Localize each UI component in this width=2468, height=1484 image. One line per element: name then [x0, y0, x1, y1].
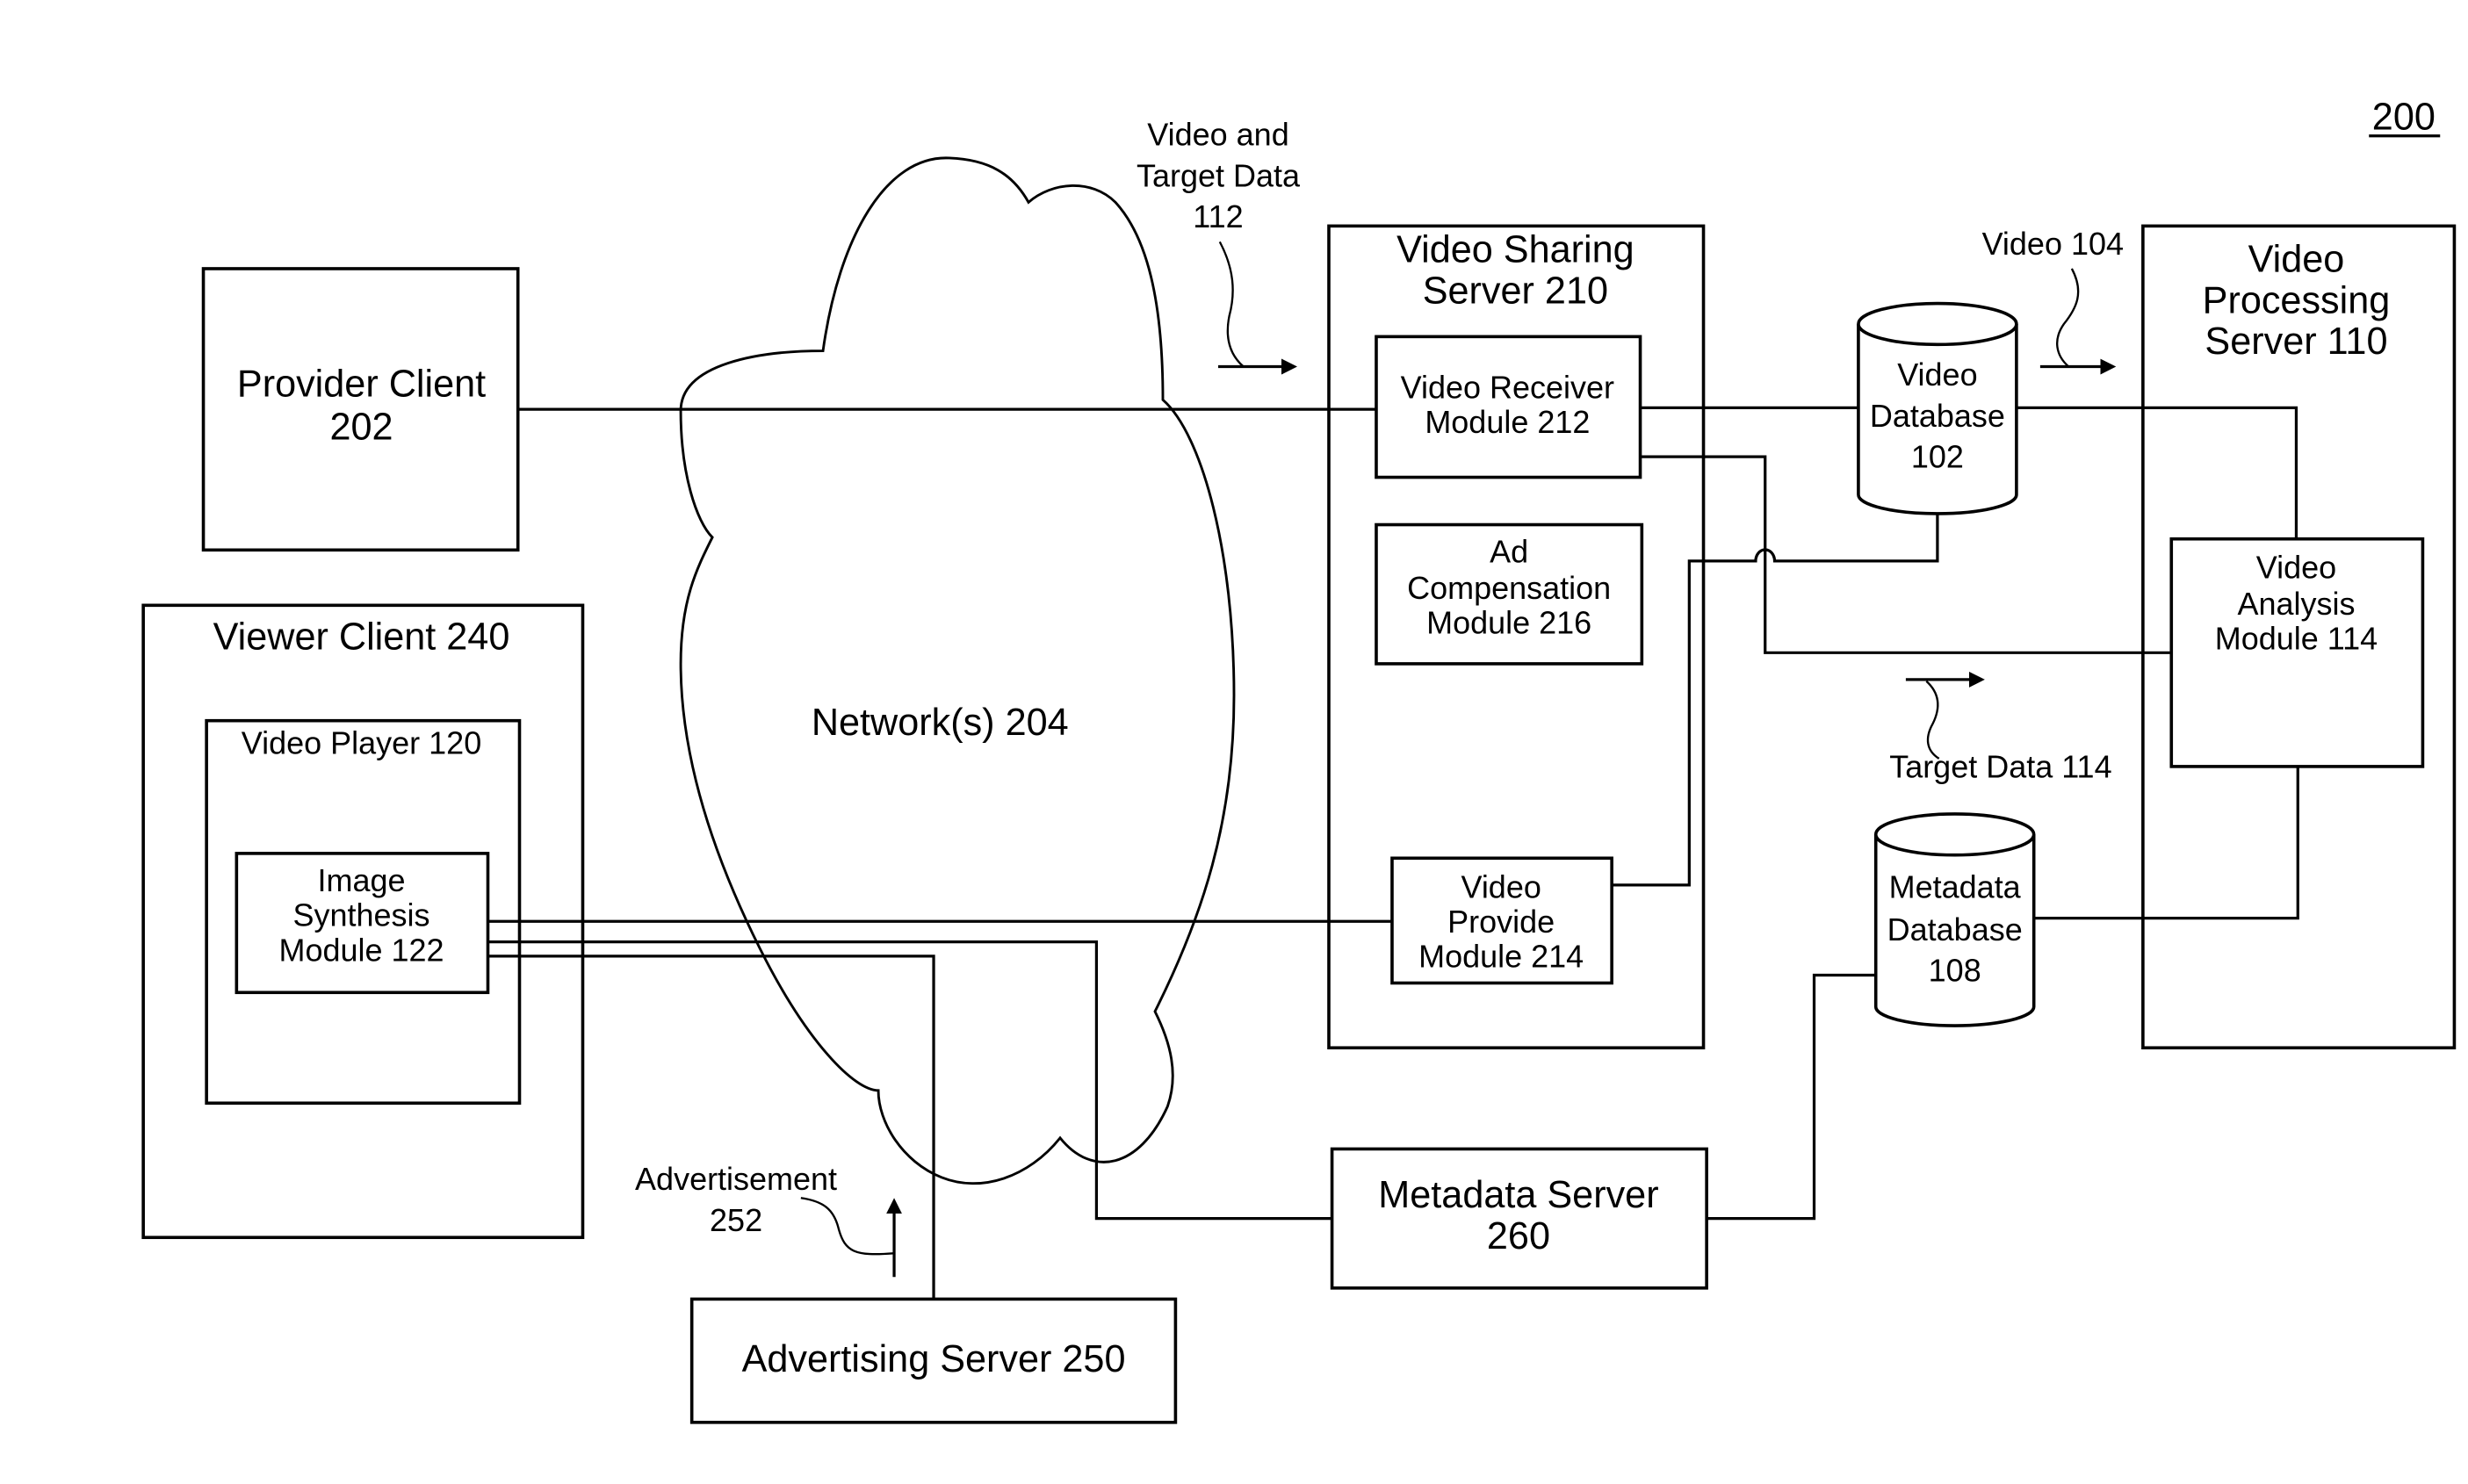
- video-104-leader: [2056, 268, 2080, 368]
- video-processing-line-3: Server 110: [2205, 321, 2387, 363]
- advertising-server[interactable]: Advertising Server 250: [689, 1297, 1178, 1424]
- figure-number: 200: [2372, 97, 2436, 139]
- image-synthesis-module[interactable]: Image Synthesis Module 122: [235, 852, 490, 995]
- video-processing-line-1: Video: [2248, 239, 2345, 281]
- metadata-database-line-3: 108: [1929, 953, 1981, 989]
- metadata-database-line-2: Database: [1887, 911, 2023, 947]
- advertisement-line-2: 252: [710, 1202, 762, 1238]
- ad-compensation-module[interactable]: Ad Compensation Module 216: [1375, 522, 1644, 666]
- video-player-title: Video Player 120: [242, 724, 481, 760]
- video-database-line-3: 102: [1911, 439, 1964, 475]
- metadata-database-line-1: Metadata: [1889, 868, 2022, 904]
- advertising-server-label: Advertising Server 250: [742, 1338, 1126, 1380]
- annotation-video-target-data: Video and Target Data 112: [1137, 117, 1301, 375]
- video-target-data-line-2: Target Data: [1137, 157, 1301, 193]
- provider-client-number: 202: [329, 406, 393, 448]
- video-player[interactable]: Video Player 120 Image Synthesis Module …: [205, 718, 522, 1106]
- video-provide-module[interactable]: Video Provide Module 214: [1390, 856, 1613, 985]
- video-provide-line-2: Provide: [1447, 904, 1555, 940]
- video-target-data-line-3: 112: [1193, 198, 1243, 234]
- ad-compensation-line-3: Module 216: [1426, 605, 1591, 641]
- annotation-target-data-114: Target Data 114: [1889, 671, 2112, 784]
- ad-compensation-line-1: Ad: [1490, 534, 1528, 570]
- video-receiver-module[interactable]: Video Receiver Module 212: [1375, 335, 1642, 479]
- video-analysis-line-2: Analysis: [2237, 586, 2355, 622]
- video-database[interactable]: Video Database 102: [1857, 301, 2018, 515]
- video-analysis-line-3: Module 114: [2215, 621, 2378, 657]
- metadata-server-line-2: 260: [1487, 1215, 1550, 1257]
- viewer-client-title: Viewer Client 240: [213, 616, 510, 659]
- advertisement-line-1: Advertisement: [635, 1161, 837, 1197]
- metadata-server-line-1: Metadata Server: [1378, 1174, 1658, 1216]
- video-sharing-server-line-2: Server 210: [1423, 270, 1608, 313]
- video-receiver-line-2: Module 212: [1425, 404, 1590, 440]
- video-processing-server[interactable]: Video Processing Server 110 Video Analys…: [2141, 224, 2457, 1050]
- video-provide-line-1: Video: [1461, 868, 1541, 904]
- video-receiver-line-1: Video Receiver: [1401, 370, 1614, 406]
- video-processing-line-2: Processing: [2203, 279, 2391, 321]
- provider-client-label: Provider Client: [237, 364, 486, 406]
- video-database-line-1: Video: [1897, 357, 1977, 393]
- metadata-database[interactable]: Metadata Database 108: [1873, 812, 2036, 1027]
- provider-client[interactable]: Provider Client 202: [201, 267, 520, 552]
- video-database-line-2: Database: [1870, 398, 2005, 434]
- metadata-server[interactable]: Metadata Server 260: [1330, 1147, 1708, 1290]
- video-provide-line-3: Module 214: [1418, 938, 1584, 974]
- system-diagram: 200 Network(s) 204 Provider Client 202 V…: [141, 97, 2457, 1424]
- advertisement-leader: [800, 1197, 895, 1256]
- image-synthesis-line-3: Module 122: [278, 932, 444, 968]
- wire-metadata-server-to-db: [1707, 973, 1876, 1221]
- image-synthesis-line-2: Synthesis: [293, 897, 430, 933]
- video-104-label: Video 104: [1982, 226, 2124, 262]
- video-target-data-leader: [1218, 241, 1245, 368]
- target-data-114-label: Target Data 114: [1889, 748, 2111, 784]
- video-analysis-line-1: Video: [2256, 550, 2336, 586]
- target-data-114-leader: [1925, 680, 1940, 760]
- video-analysis-module[interactable]: Video Analysis Module 114: [2169, 537, 2425, 768]
- ad-compensation-line-2: Compensation: [1407, 570, 1611, 606]
- network-label: Network(s) 204: [812, 702, 1069, 744]
- annotation-advertisement: Advertisement 252: [635, 1161, 903, 1278]
- video-sharing-server[interactable]: Video Sharing Server 210 Video Receiver …: [1327, 224, 1706, 1050]
- network-cloud: [679, 156, 1236, 1185]
- wire-synthesis-to-metadata-server: [487, 940, 1332, 1221]
- video-target-data-line-1: Video and: [1147, 117, 1288, 153]
- video-sharing-server-line-1: Video Sharing: [1396, 229, 1635, 271]
- image-synthesis-line-1: Image: [318, 862, 406, 898]
